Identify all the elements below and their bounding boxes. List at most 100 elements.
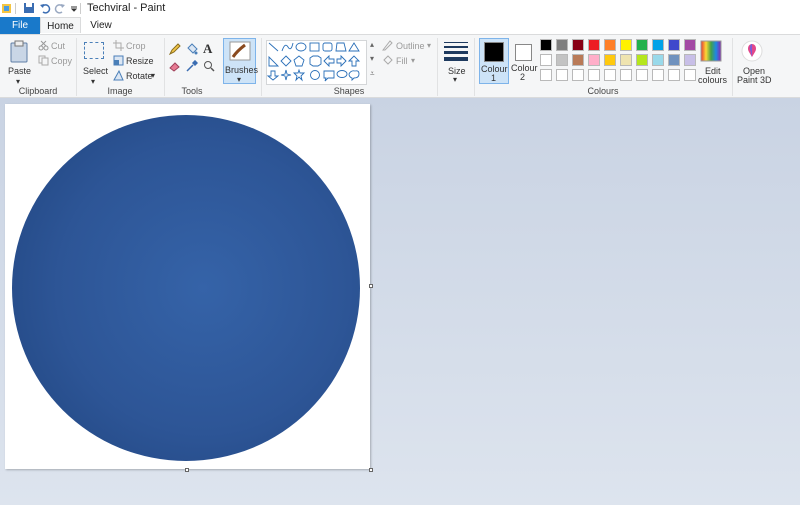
paste-icon[interactable] [9,40,29,64]
rotate-button[interactable]: Rotate [126,71,153,81]
palette-swatch[interactable] [684,69,696,81]
title-bar: Techviral - Paint [0,0,800,17]
palette-swatch[interactable] [540,39,552,51]
palette-swatch[interactable] [636,39,648,51]
palette-swatch[interactable] [588,39,600,51]
save-icon[interactable] [23,2,35,15]
shapes-scroll-down-icon[interactable]: ▾ [370,54,374,63]
palette-swatch[interactable] [556,69,568,81]
shapes-expand-icon[interactable]: ⩡ [370,69,375,79]
edit-colours-icon[interactable] [700,40,722,62]
resize-handle-corner[interactable] [369,468,373,472]
open-paint3d-label-2[interactable]: Paint 3D [737,75,772,85]
pencil-icon[interactable] [169,43,181,55]
palette-swatch[interactable] [668,39,680,51]
window-title: Techviral - Paint [87,2,166,14]
palette-swatch[interactable] [604,39,616,51]
fill-icon[interactable] [382,55,393,66]
palette-swatch[interactable] [540,54,552,66]
copy-icon[interactable] [38,55,49,66]
edit-colours-label-2[interactable]: colours [698,75,727,85]
resize-handle-bottom[interactable] [185,468,189,472]
tab-home[interactable]: Home [40,17,81,33]
select-dropdown-icon[interactable]: ▾ [91,77,95,86]
cut-button[interactable]: Cut [51,41,65,51]
undo-icon[interactable] [39,2,51,15]
palette-swatch[interactable] [540,69,552,81]
rotate-dropdown-icon[interactable]: ▾ [151,71,155,80]
redo-icon[interactable] [54,2,66,15]
resize-icon[interactable] [113,55,124,66]
colour-palette[interactable] [540,38,700,86]
fill-button[interactable]: Fill [396,56,408,66]
paste-button[interactable]: Paste [8,66,31,76]
palette-swatch[interactable] [620,39,632,51]
brushes-dropdown-icon: ▾ [237,75,242,84]
copy-button[interactable]: Copy [51,56,72,66]
magnifier-icon[interactable] [203,60,215,72]
fill-dropdown-icon[interactable]: ▾ [411,56,415,65]
palette-swatch[interactable] [588,69,600,81]
palette-swatch[interactable] [572,69,584,81]
divider [80,3,81,14]
size-dropdown-icon[interactable]: ▾ [453,75,457,84]
outline-dropdown-icon[interactable]: ▾ [427,41,431,50]
shapes-icons[interactable] [266,41,367,85]
palette-swatch[interactable] [636,54,648,66]
painted-circle[interactable] [5,104,370,469]
palette-swatch[interactable] [652,39,664,51]
select-button[interactable]: Select [83,66,108,76]
palette-swatch[interactable] [652,54,664,66]
palette-swatch[interactable] [620,54,632,66]
colour2-button[interactable]: Colour 2 [510,38,538,84]
brushes-button[interactable]: Brushes ▾ [223,38,259,84]
outline-icon[interactable] [382,40,393,51]
crop-button[interactable]: Crop [126,41,146,51]
text-tool-icon[interactable]: A [203,41,212,57]
palette-swatch[interactable] [620,69,632,81]
colour1-button[interactable]: Colour 1 [479,38,509,84]
palette-swatch[interactable] [588,54,600,66]
size-icon[interactable] [444,41,468,63]
paste-dropdown-icon[interactable]: ▾ [16,77,20,86]
palette-swatch[interactable] [636,69,648,81]
colour1-swatch [484,42,504,62]
rotate-icon[interactable] [113,70,124,81]
shapes-scroll[interactable]: ▴ ▾ ⩡ [368,40,378,85]
colour1-number: 1 [491,73,497,83]
paint3d-icon[interactable] [741,40,763,62]
palette-swatch[interactable] [684,54,696,66]
tab-view[interactable]: View [81,17,121,34]
drawing-canvas[interactable] [5,104,370,469]
colour-picker-icon[interactable] [186,60,198,72]
palette-swatch[interactable] [668,54,680,66]
divider [15,3,16,14]
palette-swatch[interactable] [604,69,616,81]
tab-file[interactable]: File [0,17,40,34]
resize-handle-right[interactable] [369,284,373,288]
resize-button[interactable]: Resize [126,56,154,66]
palette-swatch[interactable] [572,39,584,51]
colour2-swatch [515,44,532,61]
cut-icon[interactable] [38,40,49,51]
shapes-scroll-up-icon[interactable]: ▴ [370,40,374,49]
paint-app-icon [2,4,11,13]
palette-swatch[interactable] [556,54,568,66]
select-icon[interactable] [84,42,104,59]
brush-icon [229,41,251,61]
palette-swatch[interactable] [668,69,680,81]
brushes-label: Brushes [225,65,259,75]
palette-swatch[interactable] [684,39,696,51]
eraser-icon[interactable] [169,60,181,72]
crop-icon[interactable] [113,40,124,51]
shapes-gallery[interactable] [266,40,367,85]
tools-group-label: Tools [181,86,203,96]
fill-bucket-icon[interactable] [186,43,198,55]
palette-swatch[interactable] [604,54,616,66]
workspace [0,98,800,505]
palette-swatch[interactable] [652,69,664,81]
customize-toolbar-icon[interactable] [70,2,78,15]
outline-button[interactable]: Outline [396,41,425,51]
palette-swatch[interactable] [556,39,568,51]
palette-swatch[interactable] [572,54,584,66]
